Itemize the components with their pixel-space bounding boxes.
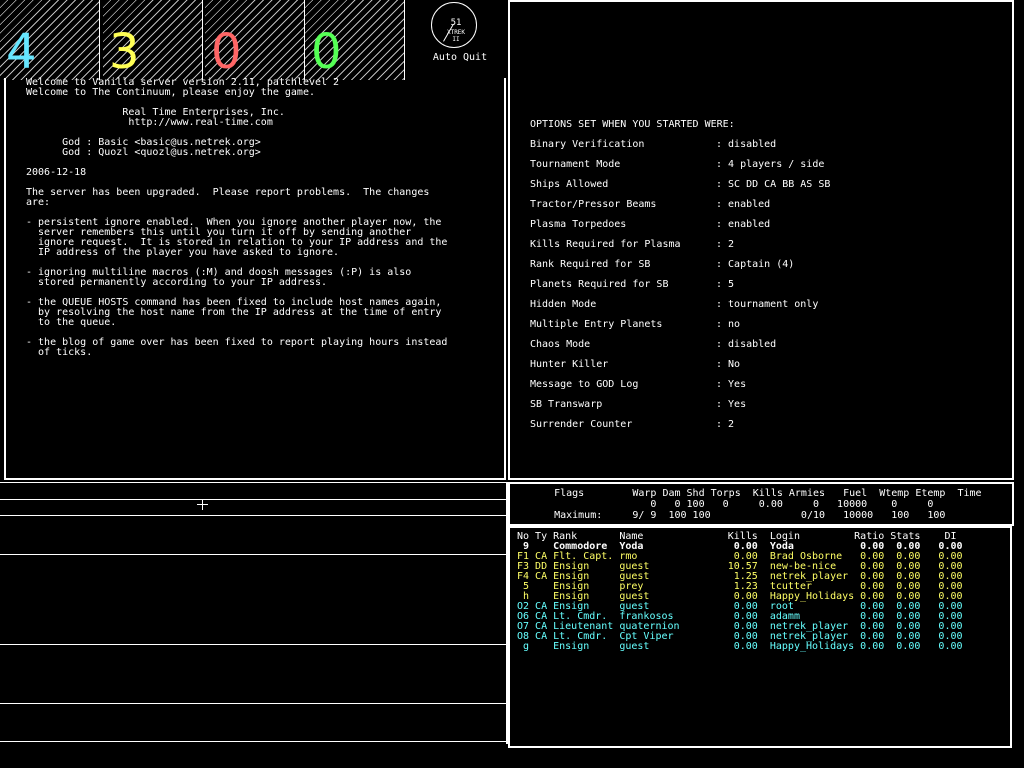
stats-maximum: Maximum: 9/ 9 100 100 0/10 10000 100 100: [530, 510, 946, 521]
message-divider: [0, 741, 506, 742]
option-label: Chaos Mode: [530, 339, 591, 350]
stats-header: Flags Warp Dam Shd Torps Kills Armies Fu…: [530, 488, 982, 499]
option-label: Rank Required for SB: [530, 259, 651, 270]
clock-label-ii: II: [452, 36, 460, 43]
option-value: : No: [716, 359, 741, 370]
option-value: : 2: [716, 419, 735, 430]
option-label: SB Transwarp: [530, 399, 603, 410]
option-value: : SC DD CA BB AS SB: [716, 179, 831, 190]
clock-label-xtrek: XTREK: [446, 29, 466, 36]
option-value: : disabled: [716, 339, 777, 350]
option-value: : disabled: [716, 139, 777, 150]
motd-line: http://www.real-time.com: [26, 117, 273, 128]
options-header: OPTIONS SET WHEN YOU STARTED WERE:: [530, 119, 735, 130]
team-cell-2: 3: [103, 0, 203, 80]
option-value: : 2: [716, 239, 735, 250]
team-cell-3: 0: [205, 0, 305, 80]
motd-line: The server has been upgraded. Please rep…: [26, 187, 430, 198]
team-scoreboard: 4 3 0 0: [0, 0, 406, 80]
team-cell-1: 4: [0, 0, 100, 80]
motd-line: IP address of the player you have asked …: [26, 247, 340, 258]
motd-line: to the queue.: [26, 317, 117, 328]
option-value: : tournament only: [716, 299, 819, 310]
message-divider: [0, 554, 506, 555]
team-count-1: 4: [6, 24, 37, 80]
message-divider: [0, 499, 506, 500]
option-label: Tractor/Pressor Beams: [530, 199, 657, 210]
option-value: : 5: [716, 279, 735, 290]
player-list-window[interactable]: No Ty Rank Name Kills Login Ratio Stats …: [508, 526, 1012, 748]
option-label: Surrender Counter: [530, 419, 633, 430]
option-value: : Captain (4): [716, 259, 795, 270]
option-value: : enabled: [716, 199, 771, 210]
motd-window[interactable]: Welcome to Vanilla server version 2.11, …: [4, 78, 506, 510]
auto-quit-label: Auto Quit: [432, 52, 488, 63]
team-cell-4: 0: [305, 0, 405, 80]
option-label: Plasma Torpedoes: [530, 219, 627, 230]
message-divider: [0, 515, 506, 516]
motd-line: of ticks.: [26, 347, 93, 358]
motd-line: God : Quozl <quozl@us.netrek.org>: [26, 147, 261, 158]
option-value: : no: [716, 319, 741, 330]
message-divider: [0, 644, 506, 645]
ship-stats-window: Flags Warp Dam Shd Torps Kills Armies Fu…: [508, 482, 1014, 526]
motd-line: 2006-12-18: [26, 167, 87, 178]
team-count-4: 0: [311, 24, 342, 80]
motd-line: stored permanently according to your IP …: [26, 277, 328, 288]
option-label: Ships Allowed: [530, 179, 609, 190]
option-label: Hidden Mode: [530, 299, 597, 310]
clock-value: 51: [450, 18, 462, 28]
option-label: Hunter Killer: [530, 359, 609, 370]
team-count-3: 0: [211, 24, 242, 80]
option-label: Planets Required for SB: [530, 279, 669, 290]
option-value: : Yes: [716, 399, 747, 410]
player-row[interactable]: g Ensign guest 0.00 Happy_Holidays 0.00 …: [517, 642, 963, 652]
message-divider: [0, 482, 506, 483]
message-divider: [0, 703, 506, 704]
option-value: : Yes: [716, 379, 747, 390]
server-options-window: OPTIONS SET WHEN YOU STARTED WERE: Binar…: [508, 0, 1014, 480]
auto-quit-clock: 51 XTREK II Auto Quit: [406, 0, 506, 80]
motd-line: Welcome to The Continuum, please enjoy t…: [26, 87, 315, 98]
motd-line: are:: [26, 197, 51, 208]
option-label: Kills Required for Plasma: [530, 239, 681, 250]
message-windows[interactable]: [0, 482, 508, 744]
stats-current: 0 0 100 0 0.00 0 10000 0 0: [530, 499, 934, 510]
option-label: Multiple Entry Planets: [530, 319, 663, 330]
option-value: : enabled: [716, 219, 771, 230]
team-count-2: 3: [109, 24, 140, 80]
message-window-border: [506, 482, 508, 744]
option-label: Message to GOD Log: [530, 379, 639, 390]
option-label: Binary Verification: [530, 139, 645, 150]
option-value: : 4 players / side: [716, 159, 825, 170]
option-label: Tournament Mode: [530, 159, 621, 170]
